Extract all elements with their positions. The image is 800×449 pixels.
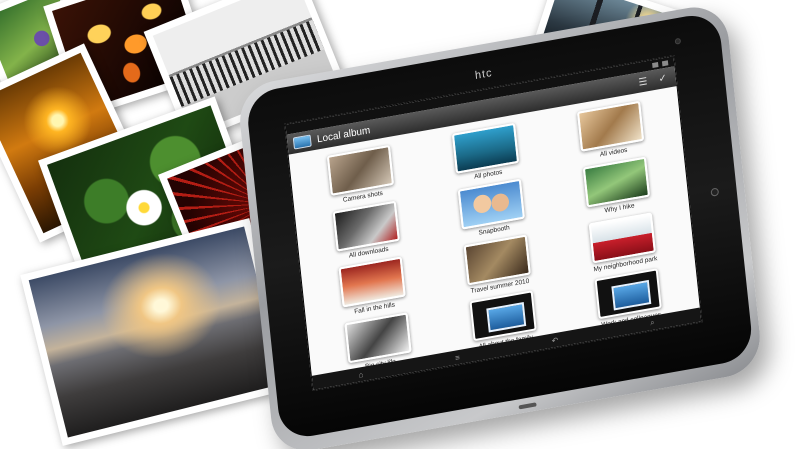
album-thumbnail: [451, 122, 520, 174]
check-icon[interactable]: ✓: [655, 72, 670, 85]
album-thumbnail: [463, 234, 531, 286]
back-icon[interactable]: ↶: [551, 335, 559, 345]
menu-icon[interactable]: ≡: [455, 352, 461, 362]
home-icon[interactable]: ⌂: [358, 369, 364, 379]
battery-icon: [661, 59, 669, 66]
signal-icon: [652, 61, 659, 68]
folder-icon: [594, 268, 663, 320]
photo-beach: [20, 218, 292, 446]
front-camera: [674, 37, 682, 45]
power-button[interactable]: [710, 187, 720, 197]
brand-logo: htc: [474, 66, 494, 82]
album-thumbnail: [344, 312, 412, 364]
album-label: All photos: [473, 168, 503, 181]
album-thumbnail: [583, 156, 651, 208]
album-thumbnail: [457, 178, 525, 230]
album-icon: [292, 134, 312, 150]
album-label: All videos: [599, 146, 628, 159]
album-thumbnail: [338, 256, 406, 308]
search-icon[interactable]: ⌕: [650, 318, 655, 329]
album-thumbnail: [332, 200, 400, 252]
album-label: Snapbooth: [478, 224, 510, 237]
menu-icon[interactable]: ☰: [636, 75, 651, 89]
folder-icon: [469, 290, 537, 342]
album-thumbnail: [326, 144, 394, 196]
screen: Local album ☰ ✓ Camera shots All photos …: [284, 55, 703, 392]
album-label: Why I hike: [604, 202, 635, 215]
album-thumbnail: [577, 100, 645, 152]
album-thumbnail: [589, 212, 657, 264]
